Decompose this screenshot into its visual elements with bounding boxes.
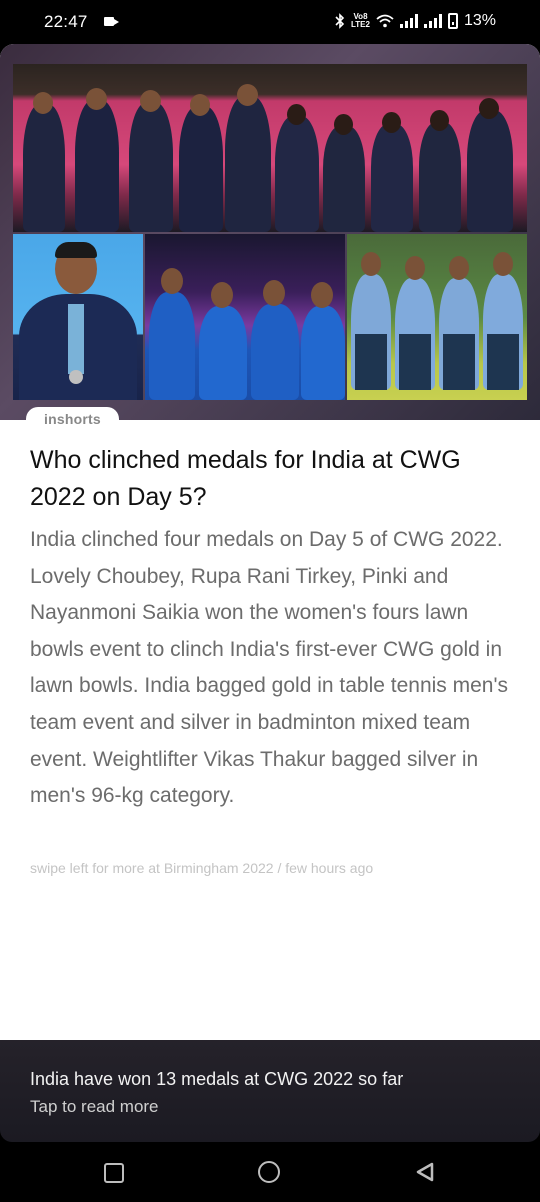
recents-icon[interactable] xyxy=(104,1163,124,1183)
volte-icon: Vo8 LTE2 xyxy=(351,13,370,29)
news-card[interactable]: inshorts Who clinched medals for India a… xyxy=(0,44,540,1040)
article-body: India clinched four medals on Day 5 of C… xyxy=(30,528,508,808)
signal-icon-1 xyxy=(399,14,418,28)
home-icon[interactable] xyxy=(258,1161,280,1183)
read-more-banner[interactable]: India have won 13 medals at CWG 2022 so … xyxy=(0,1040,540,1142)
article-headline: Who clinched medals for India at CWG 202… xyxy=(30,446,461,511)
battery-icon xyxy=(447,13,458,29)
back-icon[interactable] xyxy=(414,1161,436,1183)
news-image[interactable] xyxy=(0,44,540,420)
inshorts-brand-tag: inshorts xyxy=(26,407,119,433)
bluetooth-icon xyxy=(335,13,345,29)
video-record-icon xyxy=(104,17,119,26)
status-time: 22:47 xyxy=(44,12,88,31)
battery-percent: 13% xyxy=(463,12,496,29)
weightlifter-photo xyxy=(13,234,143,400)
status-icons: Vo8 LTE2 13% xyxy=(335,12,496,30)
banner-subtitle: Tap to read more xyxy=(30,1097,159,1116)
badminton-team-photo xyxy=(13,64,527,232)
signal-icon-2 xyxy=(423,14,442,28)
lte-label: LTE2 xyxy=(351,20,370,29)
table-tennis-team-photo xyxy=(145,234,345,400)
status-bar: 22:47 Vo8 LTE2 13% xyxy=(0,0,540,44)
article-attribution[interactable]: swipe left for more at Birmingham 2022 /… xyxy=(30,860,373,876)
banner-title: India have won 13 medals at CWG 2022 so … xyxy=(30,1069,404,1089)
medal-collage xyxy=(13,64,527,400)
system-nav-bar xyxy=(0,1142,540,1202)
lawn-bowls-team-photo xyxy=(347,234,527,400)
wifi-icon xyxy=(376,14,394,28)
